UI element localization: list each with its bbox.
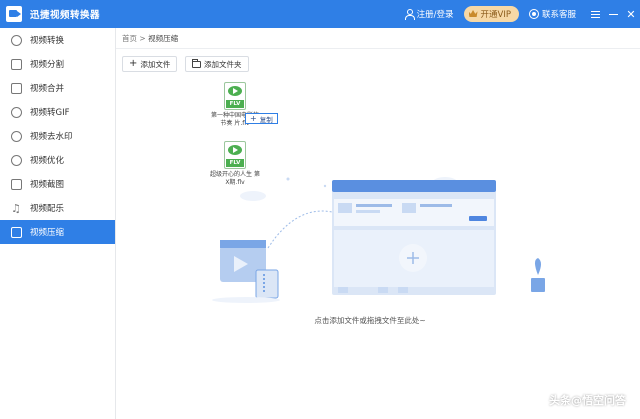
flv-badge: FLV xyxy=(226,159,244,167)
sidebar-item-merge[interactable]: 视频合并 xyxy=(0,76,115,100)
sidebar-item-compress[interactable]: 视频压缩 xyxy=(0,220,115,244)
add-folder-label: 添加文件夹 xyxy=(204,59,242,69)
vip-button[interactable]: 开通VIP xyxy=(463,6,519,22)
sidebar-item-convert[interactable]: 视频转换 xyxy=(0,28,115,52)
titlebar-actions: 注册/登录 开通VIP 联系客服 ✕ xyxy=(404,0,640,28)
optimize-icon xyxy=(11,154,22,166)
add-folder-button[interactable]: 添加文件夹 xyxy=(185,56,249,72)
sidebar-item-gif[interactable]: 视频转GIF xyxy=(0,100,115,124)
breadcrumb-current: 视频压缩 xyxy=(148,34,179,43)
flv-badge: FLV xyxy=(226,100,244,108)
plus-icon: + xyxy=(129,58,138,69)
vip-label: 开通VIP xyxy=(480,10,511,20)
dragged-flv-file-icon[interactable]: FLV xyxy=(224,141,246,169)
sidebar-item-label: 视频优化 xyxy=(30,156,65,166)
compress-icon xyxy=(11,226,22,238)
play-icon xyxy=(228,86,242,96)
app-window-illustration xyxy=(332,180,496,295)
gif-icon xyxy=(11,106,22,118)
play-icon xyxy=(228,145,242,155)
dragged-flv-file-icon[interactable]: FLV xyxy=(224,82,246,110)
minimize-button[interactable] xyxy=(604,0,622,28)
service-button[interactable]: 联系客服 xyxy=(528,8,576,20)
plant-icon xyxy=(531,258,545,292)
menu-button[interactable] xyxy=(586,0,604,28)
sidebar-item-split[interactable]: 视频分割 xyxy=(0,52,115,76)
sidebar-item-label: 视频转GIF xyxy=(30,108,70,118)
sidebar-item-music[interactable]: ♫ 视频配乐 xyxy=(0,196,115,220)
login-label: 注册/登录 xyxy=(416,10,454,20)
sidebar-item-optimize[interactable]: 视频优化 xyxy=(0,148,115,172)
drop-hint-text[interactable]: 点击添加文件或拖拽文件至此处~ xyxy=(270,315,470,326)
login-button[interactable]: 注册/登录 xyxy=(404,8,454,20)
sidebar: 视频转换 视频分割 视频合并 视频转GIF 视频去水印 视频优化 视频截图 ♫ … xyxy=(0,28,116,419)
drop-zone-illustration[interactable] xyxy=(116,150,576,310)
breadcrumb-separator: > xyxy=(139,34,146,43)
close-button[interactable]: ✕ xyxy=(622,0,640,28)
copy-tooltip: + 复制 xyxy=(245,113,278,124)
sidebar-item-label: 视频截图 xyxy=(30,180,65,190)
sidebar-item-label: 视频转换 xyxy=(30,36,65,46)
sidebar-item-label: 视频压缩 xyxy=(30,228,65,238)
sidebar-item-screenshot[interactable]: 视频截图 xyxy=(0,172,115,196)
app-logo-icon xyxy=(6,6,22,22)
copy-label: 复制 xyxy=(259,115,273,124)
user-icon xyxy=(404,9,415,20)
breadcrumb-home[interactable]: 首页 xyxy=(122,34,137,43)
minimize-icon xyxy=(608,13,618,15)
video-clapper-illustration xyxy=(212,240,280,303)
sidebar-item-label: 视频去水印 xyxy=(30,132,73,142)
watermark-text: 头条@悟空问答 xyxy=(549,394,626,407)
titlebar: 迅捷视频转换器 注册/登录 开通VIP 联系客服 ✕ xyxy=(0,0,640,28)
merge-icon xyxy=(11,82,22,94)
sidebar-item-label: 视频分割 xyxy=(30,60,65,70)
watermark-icon xyxy=(11,130,22,142)
menu-icon xyxy=(590,10,600,18)
breadcrumb-divider xyxy=(116,48,640,49)
app-title: 迅捷视频转换器 xyxy=(30,10,101,21)
folder-icon xyxy=(192,58,201,68)
close-icon: ✕ xyxy=(626,7,636,21)
sidebar-item-watermark[interactable]: 视频去水印 xyxy=(0,124,115,148)
watermark: 头条@悟空问答 xyxy=(527,391,626,409)
service-label: 联系客服 xyxy=(541,10,576,20)
service-icon xyxy=(528,9,539,19)
watermark-logo-icon xyxy=(527,391,545,409)
dragged-file-name: 超级开心的人生 第X期.flv xyxy=(210,171,260,186)
add-file-button[interactable]: + 添加文件 xyxy=(122,56,178,72)
sidebar-item-label: 视频配乐 xyxy=(30,204,65,214)
convert-icon xyxy=(11,34,22,46)
breadcrumb: 首页 > 视频压缩 xyxy=(122,33,178,44)
music-icon: ♫ xyxy=(11,201,21,215)
crown-icon xyxy=(469,10,478,18)
add-file-label: 添加文件 xyxy=(140,59,171,69)
screenshot-icon xyxy=(11,178,22,190)
plus-icon: + xyxy=(250,113,257,123)
cloud-icon xyxy=(240,191,266,201)
sidebar-item-label: 视频合并 xyxy=(30,84,65,94)
split-icon xyxy=(11,58,22,70)
